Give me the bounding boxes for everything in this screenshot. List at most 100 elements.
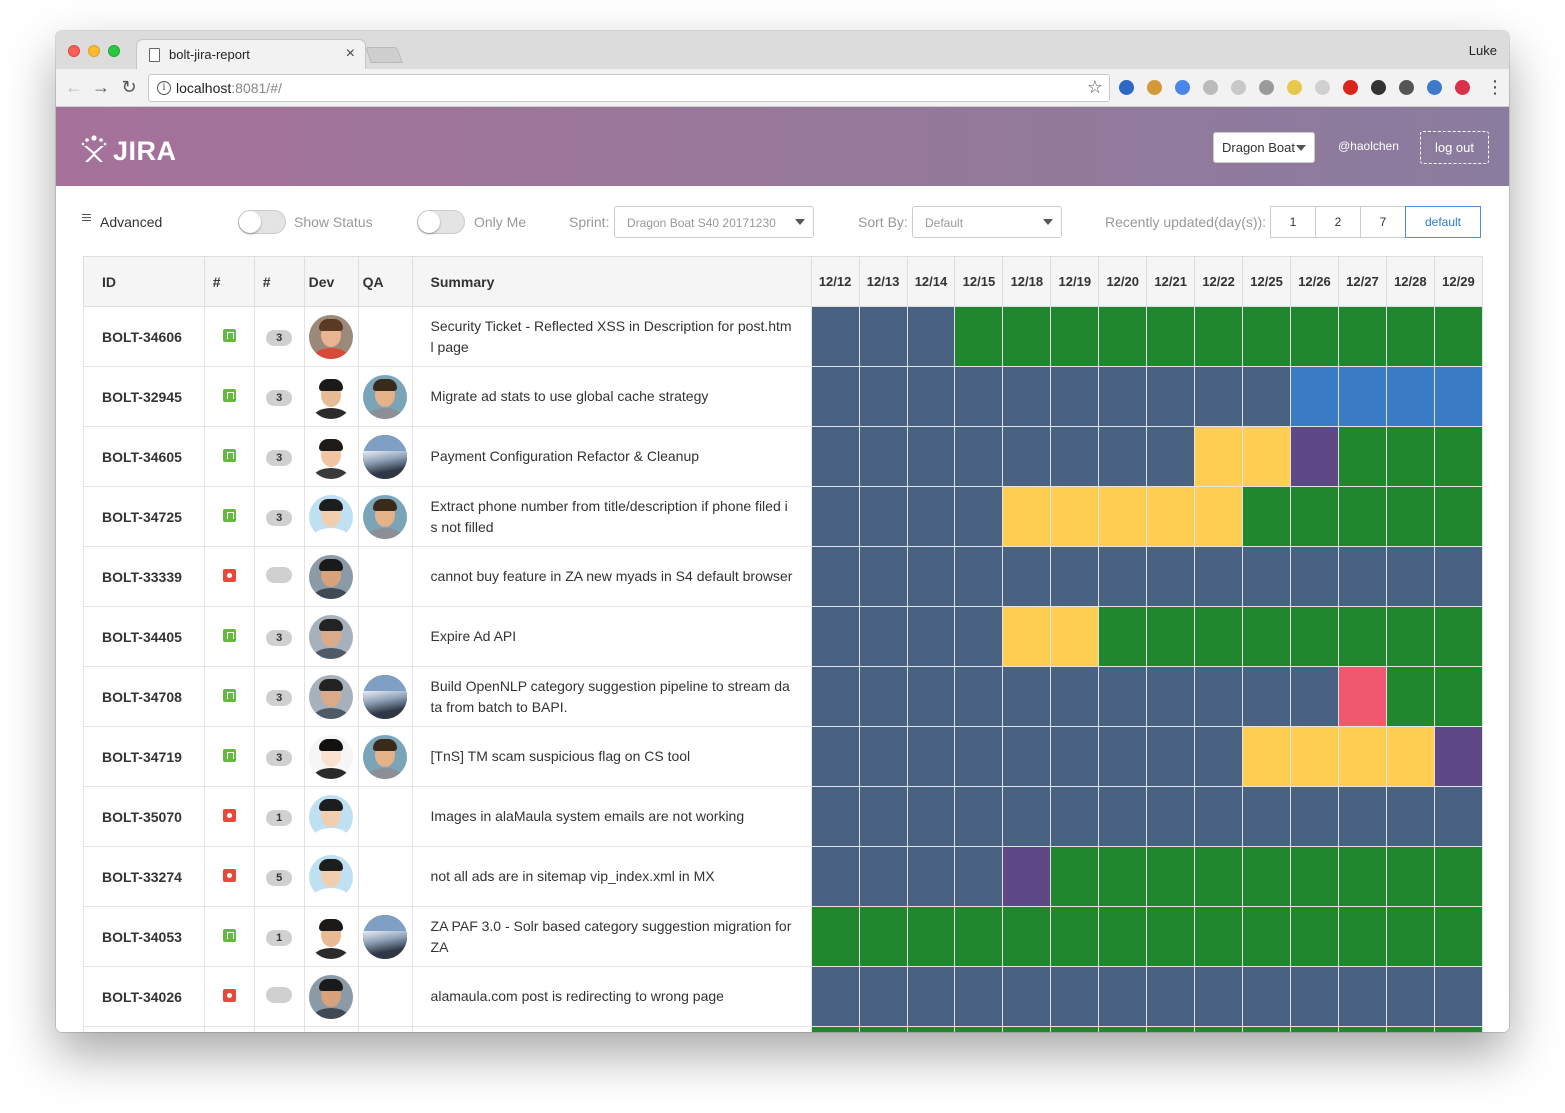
dev-avatar[interactable] <box>309 494 354 539</box>
earth-extension-icon[interactable] <box>1427 80 1442 95</box>
moon-extension-icon[interactable] <box>1231 80 1246 95</box>
url-text[interactable]: localhost:8081/#/ <box>176 80 282 96</box>
bookmark-star-icon[interactable]: ☆ <box>1087 77 1103 98</box>
glasses-extension-icon[interactable] <box>1371 80 1386 95</box>
project-select[interactable]: Dragon Boat <box>1213 132 1315 163</box>
show-status-toggle[interactable] <box>238 210 286 234</box>
back-arrow-icon[interactable]: ← <box>62 75 86 99</box>
table-row[interactable]: BOLT-34708 3 Build OpenNLP category sugges… <box>83 666 1483 727</box>
screenshot-extension-icon[interactable] <box>1399 80 1414 95</box>
sort-select[interactable]: Default <box>912 206 1062 238</box>
translate-extension-icon[interactable] <box>1175 80 1190 95</box>
new-tab-button[interactable] <box>365 47 403 63</box>
issue-key-link[interactable]: BOLT-35070 <box>83 786 205 847</box>
dev-avatar[interactable] <box>309 374 354 419</box>
issue-key-link[interactable]: BOLT-34606 <box>83 306 205 367</box>
qa-avatar[interactable] <box>363 494 408 539</box>
dev-avatar[interactable] <box>309 734 354 779</box>
cookie-extension-icon[interactable] <box>1147 80 1162 95</box>
dev-avatar[interactable] <box>309 974 354 1019</box>
issue-key-link[interactable]: BOLT-33339 <box>83 546 205 607</box>
pin-extension-icon[interactable] <box>1259 80 1274 95</box>
column-header-summary[interactable]: Summary <box>411 256 812 307</box>
issue-key-link[interactable]: BOLT-34725 <box>83 486 205 547</box>
table-row[interactable]: BOLT-34405 3 Expire Ad API <box>83 606 1483 667</box>
forward-arrow-icon[interactable]: → <box>89 75 113 99</box>
table-row[interactable]: BOLT-35070 1 Images in alaMaula system ema… <box>83 786 1483 847</box>
qa-avatar[interactable] <box>363 734 408 779</box>
table-row[interactable]: BOLT-34605 3 Payment Configuration Refacto… <box>83 426 1483 487</box>
info-icon[interactable]: i <box>157 81 171 95</box>
dev-avatar[interactable] <box>309 674 354 719</box>
column-header-qa[interactable]: QA <box>357 256 413 307</box>
issue-key-link[interactable]: BOLT-34719 <box>83 726 205 787</box>
table-row[interactable]: BOLT-34026 alamaula.com post is redirecti… <box>83 966 1483 1027</box>
table-row[interactable]: BOLT-34053 1 ZA PAF 3.0 - Solr based categ… <box>83 906 1483 967</box>
avatar-hair <box>319 438 344 451</box>
issue-key-link[interactable]: BOLT-33274 <box>83 846 205 907</box>
issue-key-link[interactable]: BOLT-34605 <box>83 426 205 487</box>
table-row[interactable]: BOLT-34606 3 Security Ticket - Reflected X… <box>83 306 1483 367</box>
table-row[interactable]: BOLT-34725 3 Extract phone number from tit… <box>83 486 1483 547</box>
days-default-button[interactable]: default <box>1405 206 1481 238</box>
table-row[interactable]: BOLT-33274 5 not all ads are in sitemap vi… <box>83 846 1483 907</box>
circle-extension-icon[interactable] <box>1203 80 1218 95</box>
opera-extension-icon[interactable] <box>1343 80 1358 95</box>
browser-menu-icon[interactable]: ⋮ <box>1486 76 1504 98</box>
user-handle[interactable]: @haolchen <box>1338 139 1399 153</box>
issue-type-cell <box>203 726 255 787</box>
reload-icon[interactable]: ↻ <box>117 75 141 99</box>
advanced-toggle[interactable]: Advanced <box>100 214 162 230</box>
issue-type-cell <box>203 606 255 667</box>
dev-avatar[interactable] <box>309 794 354 839</box>
days-7-button[interactable]: 7 <box>1360 206 1406 238</box>
window-minimize-button[interactable] <box>88 45 100 57</box>
days-2-button[interactable]: 2 <box>1315 206 1361 238</box>
qa-avatar[interactable] <box>363 374 408 419</box>
table-row[interactable]: BOLT-33339 cannot buy feature in ZA new m… <box>83 546 1483 607</box>
status-cell <box>1242 606 1292 667</box>
dev-avatar[interactable] <box>309 554 354 599</box>
face-extension-icon[interactable] <box>1315 80 1330 95</box>
qa-avatar[interactable] <box>363 434 408 479</box>
status-cell <box>1002 846 1052 907</box>
issue-key-link[interactable]: BOLT-34405 <box>83 606 205 667</box>
table-row[interactable] <box>83 1026 1483 1032</box>
dev-avatar[interactable] <box>309 434 354 479</box>
browser-tab[interactable]: bolt-jira-report × <box>136 39 366 69</box>
window-close-button[interactable] <box>68 45 80 57</box>
jira-logo[interactable]: JIRA <box>78 133 176 166</box>
column-header-id[interactable]: ID <box>83 256 205 307</box>
table-row[interactable]: BOLT-32945 3 Migrate ad stats to use globa… <box>83 366 1483 427</box>
dev-avatar[interactable] <box>309 854 354 899</box>
only-me-toggle[interactable] <box>417 210 465 234</box>
issue-key-link[interactable]: BOLT-34026 <box>83 966 205 1027</box>
logout-button[interactable]: log out <box>1420 131 1489 164</box>
dev-avatar[interactable] <box>309 614 354 659</box>
issue-summary: not all ads are in sitemap vip_index.xml… <box>411 846 812 907</box>
star-extension-icon[interactable] <box>1287 80 1302 95</box>
issue-key-link[interactable]: BOLT-32945 <box>83 366 205 427</box>
column-header-points[interactable]: # <box>253 256 305 307</box>
tab-close-icon[interactable]: × <box>346 45 355 63</box>
status-cell <box>1433 486 1483 547</box>
qa-avatar[interactable] <box>363 674 408 719</box>
menu-icon[interactable] <box>82 214 91 223</box>
address-bar[interactable]: i localhost:8081/#/ ☆ <box>148 74 1110 102</box>
profile-name[interactable]: Luke <box>1469 43 1497 58</box>
issue-key-link[interactable]: BOLT-34708 <box>83 666 205 727</box>
column-header-dev[interactable]: Dev <box>303 256 359 307</box>
dev-avatar[interactable] <box>309 314 354 359</box>
sprint-select[interactable]: Dragon Boat S40 20171230 <box>614 206 814 238</box>
days-1-button[interactable]: 1 <box>1270 206 1316 238</box>
dev-avatar[interactable] <box>309 914 354 959</box>
shield-extension-icon[interactable] <box>1455 80 1470 95</box>
issue-key-link[interactable] <box>83 1026 205 1032</box>
window-maximize-button[interactable] <box>108 45 120 57</box>
story-points-cell: 3 <box>253 366 305 427</box>
qa-avatar[interactable] <box>363 914 408 959</box>
issue-key-link[interactable]: BOLT-34053 <box>83 906 205 967</box>
globe-extension-icon[interactable] <box>1119 80 1134 95</box>
table-row[interactable]: BOLT-34719 3 [TnS] TM scam suspicious flag… <box>83 726 1483 787</box>
column-header-type[interactable]: # <box>203 256 255 307</box>
